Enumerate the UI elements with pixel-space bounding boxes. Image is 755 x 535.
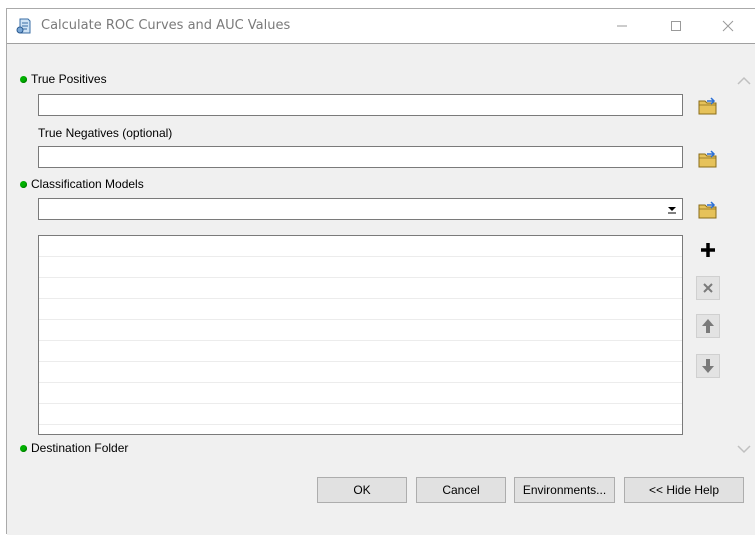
list-item[interactable]: [39, 404, 682, 425]
list-item[interactable]: [39, 236, 682, 257]
destination-folder-label: Destination Folder: [31, 441, 129, 455]
add-item-button[interactable]: [696, 238, 720, 262]
title-bar: Calculate ROC Curves and AUC Values: [7, 9, 755, 43]
true-negatives-input[interactable]: [38, 146, 683, 168]
list-item[interactable]: [39, 278, 682, 299]
chevron-down-icon[interactable]: [663, 200, 681, 218]
move-down-button[interactable]: [696, 354, 720, 378]
ok-button[interactable]: OK: [317, 477, 407, 503]
minimize-icon: [617, 25, 627, 27]
hide-help-button[interactable]: << Hide Help: [624, 477, 744, 503]
chevron-up-icon[interactable]: [736, 76, 752, 86]
plus-icon: [701, 243, 715, 257]
list-item[interactable]: [39, 383, 682, 404]
maximize-icon: [671, 21, 681, 31]
required-indicator-icon: [20, 76, 27, 83]
true-positives-input[interactable]: [38, 94, 683, 116]
list-item[interactable]: [39, 362, 682, 383]
true-positives-label: True Positives: [31, 72, 107, 86]
cancel-button[interactable]: Cancel: [416, 477, 506, 503]
classification-models-label: Classification Models: [31, 177, 144, 191]
script-tool-icon: [16, 18, 31, 34]
arrow-down-icon: [702, 359, 714, 373]
classification-models-dropdown[interactable]: [38, 198, 683, 220]
required-indicator-icon: [20, 445, 27, 452]
list-item[interactable]: [39, 299, 682, 320]
parameters-panel: True Positives True Negatives (optional)…: [7, 43, 755, 483]
chevron-down-icon[interactable]: [736, 444, 752, 454]
move-up-button[interactable]: [696, 314, 720, 338]
dialog-footer: OK Cancel Environments... << Hide Help: [7, 457, 755, 535]
list-item[interactable]: [39, 257, 682, 278]
required-indicator-icon: [20, 181, 27, 188]
dialog-window: Calculate ROC Curves and AUC Values True…: [6, 8, 755, 535]
environments-button[interactable]: Environments...: [514, 477, 615, 503]
classification-models-list[interactable]: [38, 235, 683, 435]
browse-folder-icon[interactable]: [697, 199, 719, 221]
close-icon: [722, 20, 734, 32]
browse-folder-icon[interactable]: [697, 148, 719, 170]
browse-folder-icon[interactable]: [697, 95, 719, 117]
close-button[interactable]: [705, 9, 751, 43]
list-item[interactable]: [39, 320, 682, 341]
window-title: Calculate ROC Curves and AUC Values: [41, 18, 291, 33]
vertical-scrollbar[interactable]: [733, 44, 755, 457]
list-item[interactable]: [39, 341, 682, 362]
maximize-button[interactable]: [653, 9, 699, 43]
remove-item-button[interactable]: [696, 276, 720, 300]
true-negatives-label: True Negatives (optional): [38, 126, 173, 140]
minimize-button[interactable]: [599, 9, 645, 43]
close-icon: [703, 283, 713, 293]
arrow-up-icon: [702, 319, 714, 333]
